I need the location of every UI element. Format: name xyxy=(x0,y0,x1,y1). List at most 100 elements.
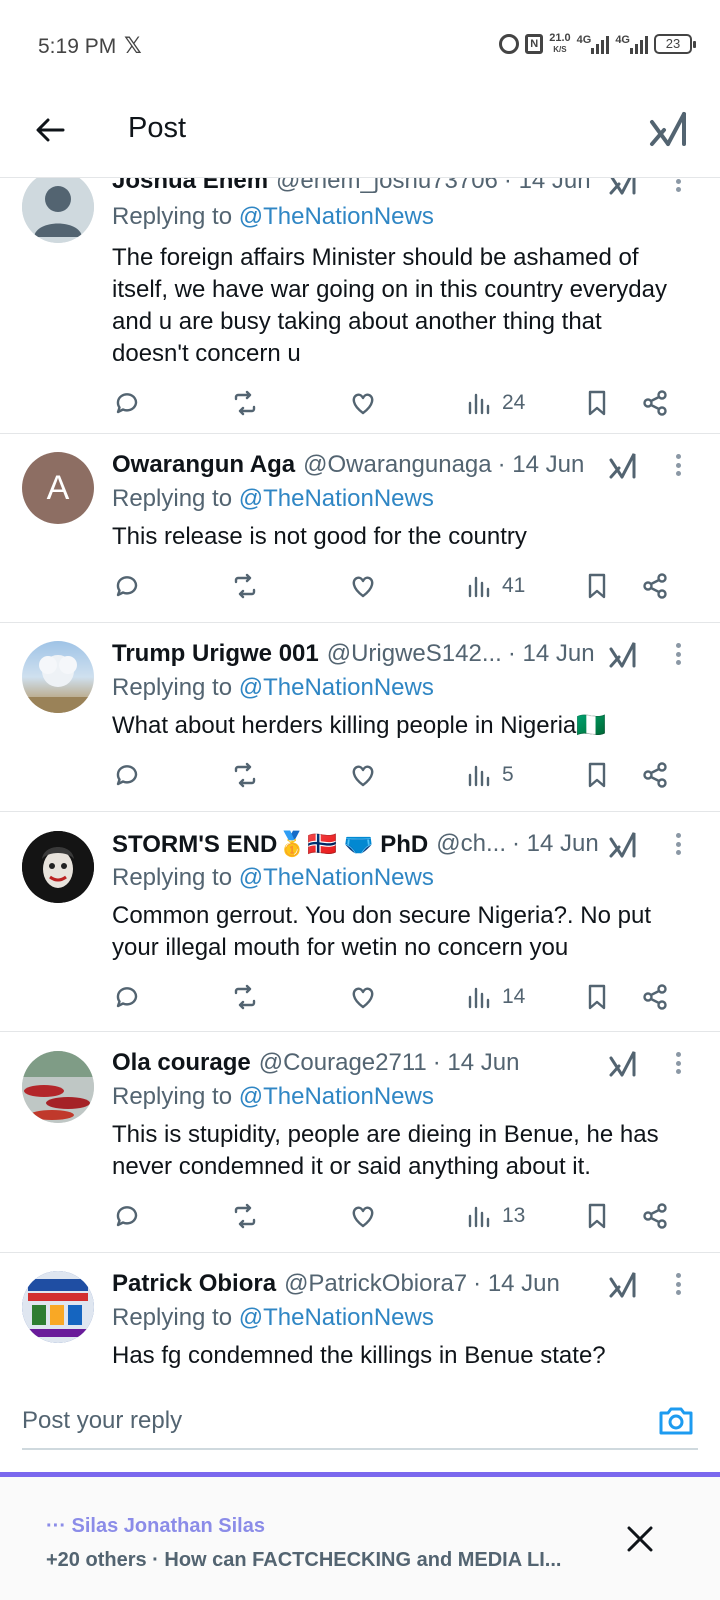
views-button[interactable]: 13 xyxy=(464,1198,525,1234)
mention-link[interactable]: @TheNationNews xyxy=(239,203,434,230)
reply-button[interactable] xyxy=(112,757,142,793)
back-button[interactable] xyxy=(28,108,72,152)
share-button[interactable] xyxy=(640,757,670,793)
reply-input[interactable] xyxy=(22,1394,698,1450)
reply-tweet[interactable]: A Owarangun Aga @Owarangunaga · 14 Jun R… xyxy=(0,434,720,623)
reply-composer xyxy=(0,1384,720,1464)
tweet-date: · 14 Jun xyxy=(511,830,599,857)
bookmark-button[interactable] xyxy=(582,568,612,604)
reply-button[interactable] xyxy=(112,385,142,421)
bookmark-button[interactable] xyxy=(582,979,612,1015)
author-handle[interactable]: @enem_joshu73706 xyxy=(276,178,498,195)
tweet-date: · 14 Jun xyxy=(507,640,595,667)
replying-to: Replying to @TheNationNews xyxy=(112,674,434,702)
reply-icon xyxy=(116,987,138,1008)
replying-to-prefix: Replying to xyxy=(112,203,239,230)
share-button[interactable] xyxy=(640,1198,670,1234)
space-notification-banner[interactable]: ··· Silas Jonathan Silas +20 others · Ho… xyxy=(0,1477,720,1600)
signal-label: 4G xyxy=(576,34,592,46)
more-options-icon[interactable] xyxy=(672,639,684,669)
more-options-icon[interactable] xyxy=(672,450,684,480)
like-button[interactable] xyxy=(348,757,378,793)
signal-icon: 4G xyxy=(577,34,610,54)
more-options-icon[interactable] xyxy=(672,1269,684,1299)
avatar[interactable] xyxy=(22,1051,94,1123)
mention-link[interactable]: @TheNationNews xyxy=(239,674,434,701)
avatar[interactable] xyxy=(22,831,94,903)
bookmark-button[interactable] xyxy=(582,385,612,421)
grok-icon[interactable] xyxy=(608,1048,638,1078)
like-button[interactable] xyxy=(348,385,378,421)
share-button[interactable] xyxy=(640,385,670,421)
grok-icon[interactable] xyxy=(608,829,638,859)
like-button[interactable] xyxy=(348,1198,378,1234)
author-name[interactable]: Patrick Obiora xyxy=(112,1270,276,1298)
more-options-icon[interactable] xyxy=(672,829,684,859)
views-button[interactable]: 41 xyxy=(464,568,525,604)
close-notification-button[interactable] xyxy=(620,1519,660,1559)
like-button[interactable] xyxy=(348,979,378,1015)
replying-to-prefix: Replying to xyxy=(112,1083,239,1110)
reply-button[interactable] xyxy=(112,979,142,1015)
avatar[interactable] xyxy=(22,178,94,243)
default-avatar-icon xyxy=(22,178,94,243)
retweet-button[interactable] xyxy=(230,568,260,604)
mention-link[interactable]: @TheNationNews xyxy=(239,1083,434,1110)
bookmark-button[interactable] xyxy=(582,757,612,793)
avatar[interactable] xyxy=(22,641,94,713)
share-button[interactable] xyxy=(640,568,670,604)
retweet-button[interactable] xyxy=(230,979,260,1015)
tweet-actions: 5 xyxy=(112,757,688,793)
author-name[interactable]: Joshua Enem xyxy=(112,178,268,195)
author-handle[interactable]: @UrigweS142... xyxy=(327,640,502,668)
author-name[interactable]: Owarangun Aga xyxy=(112,451,295,479)
grok-icon[interactable] xyxy=(608,1269,638,1299)
grok-icon[interactable] xyxy=(608,450,638,480)
views-button[interactable]: 14 xyxy=(464,979,525,1015)
share-icon xyxy=(643,573,667,599)
retweet-icon xyxy=(234,762,256,788)
replying-to-prefix: Replying to xyxy=(112,1304,239,1331)
retweet-button[interactable] xyxy=(230,1198,260,1234)
reply-button[interactable] xyxy=(112,1198,142,1234)
grok-icon[interactable] xyxy=(608,639,638,669)
views-button[interactable]: 5 xyxy=(464,757,514,793)
bookmark-button[interactable] xyxy=(582,1198,612,1234)
mention-link[interactable]: @TheNationNews xyxy=(239,485,434,512)
author-name[interactable]: Trump Urigwe 001 xyxy=(112,640,319,668)
author-name[interactable]: Ola courage xyxy=(112,1049,251,1077)
reply-tweet[interactable]: Trump Urigwe 001 @UrigweS142... · 14 Jun… xyxy=(0,623,720,812)
avatar[interactable] xyxy=(22,1271,94,1343)
retweet-icon xyxy=(234,984,256,1010)
reply-icon xyxy=(116,393,138,414)
reply-tweet[interactable]: Ola courage @Courage2711 · 14 Jun Replyi… xyxy=(0,1032,720,1253)
avatar[interactable]: A xyxy=(22,452,94,524)
author-handle[interactable]: @PatrickObiora7 xyxy=(284,1270,467,1298)
grok-icon[interactable] xyxy=(608,178,638,196)
camera-button[interactable] xyxy=(656,1400,696,1440)
grok-button[interactable] xyxy=(646,106,690,150)
author-handle[interactable]: @ch... xyxy=(436,830,506,858)
replying-to: Replying to @TheNationNews xyxy=(112,1304,434,1332)
retweet-button[interactable] xyxy=(230,385,260,421)
author-handle[interactable]: @Courage2711 xyxy=(259,1049,427,1077)
views-button[interactable]: 24 xyxy=(464,385,525,421)
reply-tweet[interactable]: STORM'S END🥇🇳🇴 🩲 PhD @ch... · 14 Jun Rep… xyxy=(0,812,720,1032)
replies-feed[interactable]: Joshua Enem @enem_joshu73706 · 14 Jun Re… xyxy=(0,178,720,1384)
like-button[interactable] xyxy=(348,568,378,604)
tweet-text: Common gerrout. You don secure Nigeria?.… xyxy=(112,902,651,961)
reply-tweet[interactable]: Joshua Enem @enem_joshu73706 · 14 Jun Re… xyxy=(0,178,720,434)
mention-link[interactable]: @TheNationNews xyxy=(239,864,434,891)
page-title: Post xyxy=(128,112,187,144)
grok-icon xyxy=(650,112,686,146)
tweet-text: The foreign affairs Minister should be a… xyxy=(112,244,667,367)
reply-button[interactable] xyxy=(112,568,142,604)
share-button[interactable] xyxy=(640,979,670,1015)
more-options-icon[interactable] xyxy=(672,1048,684,1078)
author-handle[interactable]: @Owarangunaga xyxy=(303,451,491,479)
author-name[interactable]: STORM'S END🥇🇳🇴 🩲 PhD xyxy=(112,830,428,859)
more-options-icon[interactable] xyxy=(672,178,684,196)
reply-tweet[interactable]: Patrick Obiora @PatrickObiora7 · 14 Jun … xyxy=(0,1253,720,1384)
mention-link[interactable]: @TheNationNews xyxy=(239,1304,434,1331)
retweet-button[interactable] xyxy=(230,757,260,793)
